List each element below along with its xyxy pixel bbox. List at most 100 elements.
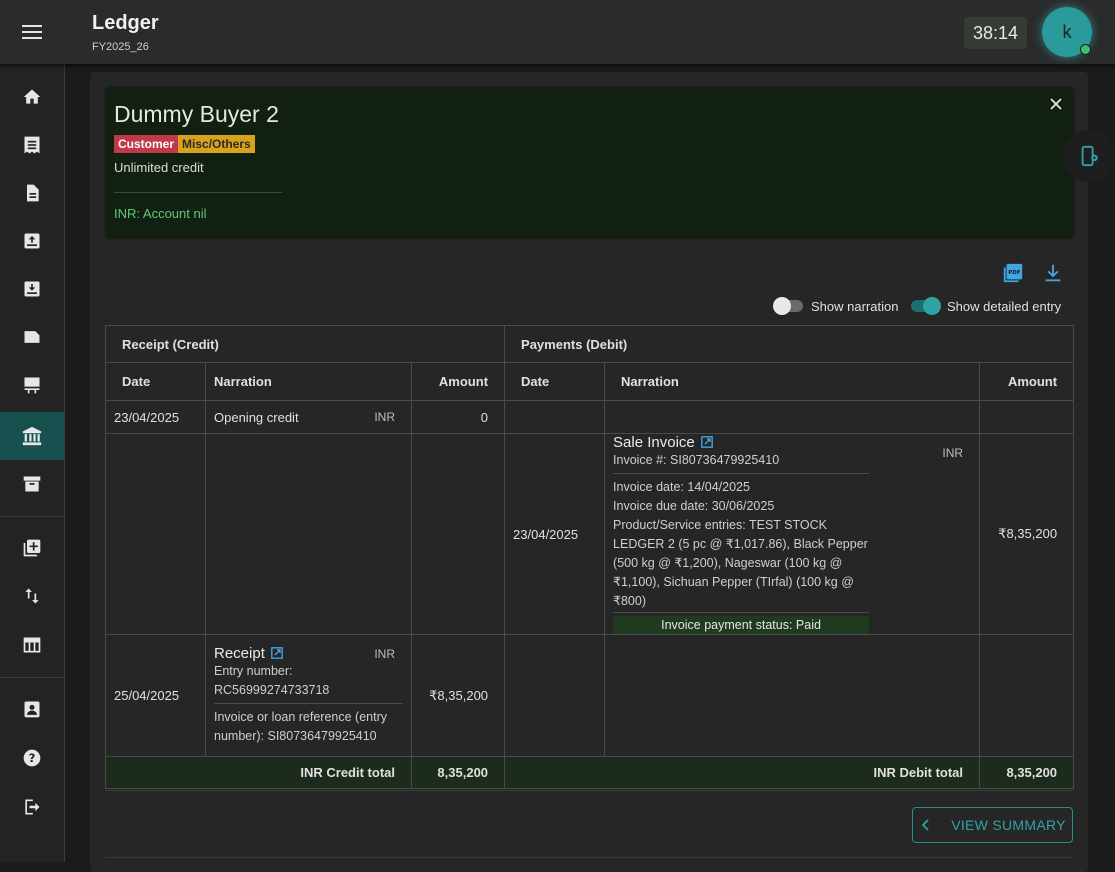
empty-cell bbox=[410, 433, 506, 635]
sidebar-item-home[interactable] bbox=[0, 73, 64, 121]
sale-invoice-link[interactable]: Sale Invoice bbox=[613, 434, 869, 451]
download-button[interactable] bbox=[1042, 262, 1064, 284]
sidebar-item-table[interactable] bbox=[0, 621, 64, 669]
chevron-left-icon bbox=[921, 819, 929, 831]
narration-toggle[interactable]: Show narration bbox=[773, 297, 899, 315]
svg-text:?: ? bbox=[29, 751, 36, 765]
entry-amount: ₹8,35,200 bbox=[979, 433, 1075, 635]
balance-status: Account nil bbox=[142, 206, 207, 221]
entry-number: RC56999274733718 bbox=[214, 683, 330, 697]
account-balance: INR: Account nil bbox=[114, 206, 207, 221]
table-row: 23/04/2025 Opening credit INR 0 bbox=[105, 400, 1075, 434]
sidebar-divider bbox=[0, 516, 64, 517]
sidebar-item-contacts[interactable] bbox=[0, 685, 64, 733]
assignment-icon bbox=[24, 701, 40, 718]
entry-date: 23/04/2025 bbox=[105, 400, 206, 434]
currency-tag: INR bbox=[942, 446, 964, 460]
receipt-icon bbox=[24, 136, 40, 154]
counter-icon bbox=[24, 377, 40, 394]
card-divider bbox=[114, 192, 282, 193]
debit-total-label: INR Debit total bbox=[504, 756, 981, 789]
inbox-in-icon bbox=[24, 233, 40, 249]
column-header-narration: Narration bbox=[205, 362, 412, 401]
entry-number-label: Entry number: bbox=[214, 664, 293, 678]
entry-narration: Opening credit INR bbox=[205, 400, 412, 434]
customer-card: Dummy Buyer 2 Customer Misc/Others Unlim… bbox=[106, 87, 1073, 237]
currency-tag: INR bbox=[374, 410, 395, 424]
sale-invoice-title: Sale Invoice bbox=[613, 434, 695, 451]
empty-cell bbox=[979, 634, 1075, 757]
sidebar-item-notes[interactable] bbox=[0, 313, 64, 361]
divider bbox=[613, 612, 870, 613]
sidebar-item-outward[interactable] bbox=[0, 265, 64, 313]
menu-button[interactable] bbox=[14, 16, 50, 48]
sidebar: ? bbox=[0, 64, 65, 862]
logout-icon bbox=[25, 799, 40, 815]
sidebar-item-bank[interactable] bbox=[0, 412, 64, 460]
currency-tag: INR bbox=[374, 647, 395, 661]
totals-row: INR Credit total 8,35,200 INR Debit tota… bbox=[105, 756, 1075, 789]
payment-status: Invoice payment status: Paid bbox=[613, 616, 870, 634]
fiscal-year: FY2025_26 bbox=[92, 41, 149, 53]
section-divider bbox=[105, 790, 1073, 791]
svg-text:PDF: PDF bbox=[1008, 270, 1021, 276]
divider bbox=[613, 473, 870, 474]
credit-total-label: INR Credit total bbox=[105, 756, 412, 789]
bank-icon bbox=[22, 426, 42, 446]
sidebar-item-logout[interactable] bbox=[0, 783, 64, 831]
column-header-amount: Amount bbox=[410, 362, 506, 401]
receipt-title: Receipt bbox=[214, 645, 265, 662]
ledger-table: Receipt (Credit) Payments (Debit) Date N… bbox=[104, 325, 1075, 789]
pdf-icon: PDF bbox=[1003, 263, 1023, 283]
export-pdf-button[interactable]: PDF bbox=[1002, 262, 1024, 284]
session-timer: 38:14 bbox=[964, 17, 1027, 49]
detailed-entry-toggle[interactable]: Show detailed entry bbox=[911, 297, 1061, 315]
invoice-date: Invoice date: 14/04/2025 bbox=[613, 480, 750, 494]
view-summary-button[interactable]: VIEW SUMMARY bbox=[912, 807, 1073, 843]
debit-total: 8,35,200 bbox=[979, 756, 1075, 789]
empty-cell bbox=[205, 433, 412, 635]
narration-toggle-label: Show narration bbox=[811, 298, 899, 314]
entry-date: 25/04/2025 bbox=[105, 634, 206, 757]
sidebar-item-add[interactable] bbox=[0, 524, 64, 572]
column-header-narration: Narration bbox=[604, 362, 981, 401]
open-external-icon bbox=[270, 647, 283, 659]
credit-limit: Unlimited credit bbox=[114, 160, 204, 175]
close-button[interactable] bbox=[1047, 95, 1065, 113]
credit-group-header: Receipt (Credit) bbox=[104, 325, 506, 363]
narration-text: Opening credit bbox=[214, 409, 299, 425]
menu-icon bbox=[22, 25, 42, 39]
phone-settings-icon bbox=[1081, 145, 1098, 167]
column-header-amount: Amount bbox=[979, 362, 1075, 401]
help-icon: ? bbox=[23, 749, 41, 767]
sidebar-item-counter[interactable] bbox=[0, 361, 64, 409]
customer-tags: Customer Misc/Others bbox=[114, 135, 255, 153]
download-icon bbox=[1045, 264, 1061, 282]
empty-cell bbox=[604, 400, 981, 434]
sidebar-item-help[interactable]: ? bbox=[0, 734, 64, 782]
inbox-out-icon bbox=[24, 281, 40, 297]
close-icon bbox=[1050, 98, 1062, 110]
open-external-icon bbox=[700, 436, 713, 448]
sidebar-item-documents[interactable] bbox=[0, 169, 64, 217]
invoice-number: Invoice #: SI80736479925410 bbox=[613, 453, 780, 467]
device-settings-button[interactable] bbox=[1063, 130, 1115, 182]
narration-switch[interactable] bbox=[773, 297, 803, 315]
sidebar-item-receipts[interactable] bbox=[0, 121, 64, 169]
sidebar-item-archive[interactable] bbox=[0, 460, 64, 508]
table-row: 25/04/2025 INR Receipt Entry number: RC5… bbox=[105, 634, 1075, 757]
sidebar-item-transfer[interactable] bbox=[0, 572, 64, 620]
archive-icon bbox=[23, 476, 41, 492]
detailed-toggle-label: Show detailed entry bbox=[947, 298, 1062, 314]
detailed-switch[interactable] bbox=[911, 297, 941, 315]
sidebar-item-inward[interactable] bbox=[0, 217, 64, 265]
entry-amount: 0 bbox=[410, 400, 506, 434]
divider bbox=[214, 703, 403, 704]
product-entries: Product/Service entries: TEST STOCK LEDG… bbox=[613, 518, 868, 608]
invoice-narration: INR Sale Invoice Invoice #: SI8073647992… bbox=[604, 433, 981, 635]
invoice-due-date: Invoice due date: 30/06/2025 bbox=[613, 499, 775, 513]
empty-cell bbox=[504, 400, 606, 434]
label-icon bbox=[24, 331, 40, 343]
home-icon bbox=[23, 89, 41, 104]
top-app-bar: Ledger FY2025_26 38:14 k bbox=[0, 0, 1115, 64]
